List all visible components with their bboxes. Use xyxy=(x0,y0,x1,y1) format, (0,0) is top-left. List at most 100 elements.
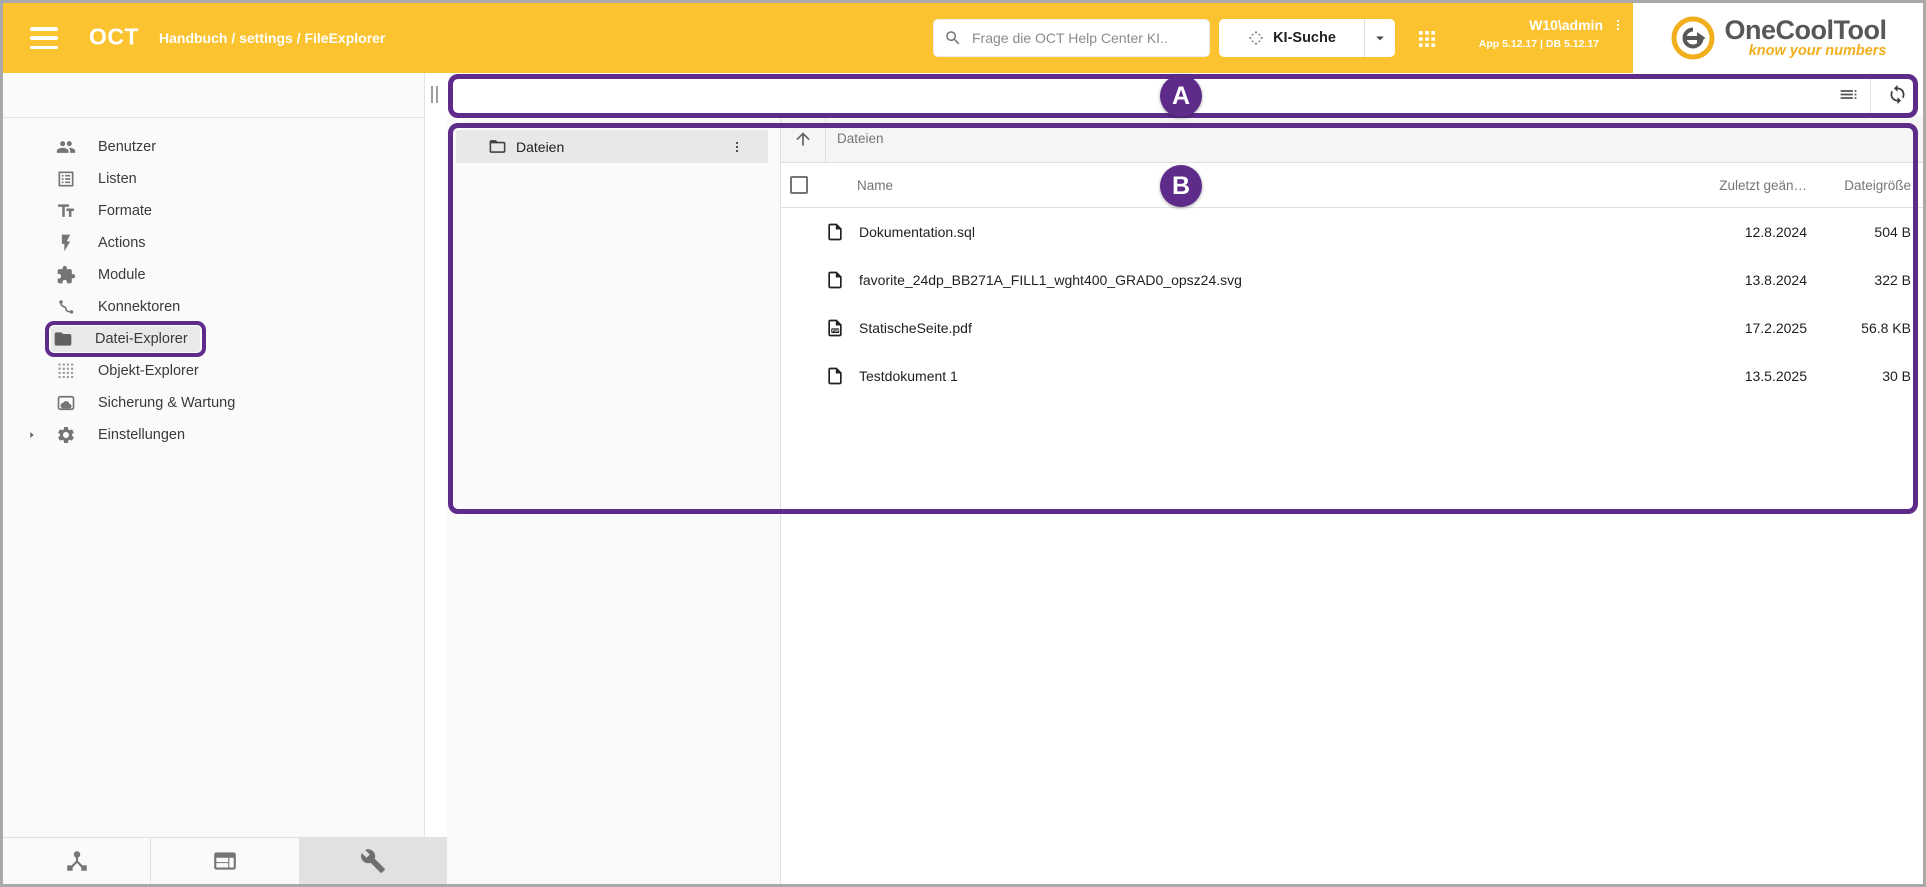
hub-icon xyxy=(64,848,90,874)
menu-icon[interactable] xyxy=(30,27,58,49)
user-menu-icon[interactable] xyxy=(1611,16,1625,34)
search-input[interactable] xyxy=(970,29,1199,47)
sidebar-item-label: Objekt-Explorer xyxy=(98,363,199,379)
annotation-label-a: A xyxy=(1160,75,1202,117)
column-header-name[interactable]: Name xyxy=(857,178,1687,193)
sidebar-item-label: Module xyxy=(98,267,146,283)
list-icon xyxy=(56,169,76,189)
file-icon xyxy=(825,270,845,290)
sidebar-item-formate[interactable]: Formate xyxy=(3,195,424,227)
flash-icon xyxy=(56,233,76,253)
file-icon xyxy=(825,366,845,386)
file-row-testdokument-1[interactable]: Testdokument 113.5.202530 B xyxy=(781,352,1923,400)
app-window: OCT Handbuch / settings / FileExplorer K… xyxy=(0,0,1926,887)
toc-icon[interactable] xyxy=(1826,73,1870,115)
file-size: 322 B xyxy=(1807,272,1911,288)
file-row-statischeseite-pdf[interactable]: PDFStatischeSeite.pdf17.2.202556.8 KB xyxy=(781,304,1923,352)
selected-item-pill: Datei-Explorer xyxy=(51,326,200,352)
column-header-size[interactable]: Dateigröße xyxy=(1807,178,1911,193)
sidebar-item-label: Konnektoren xyxy=(98,299,180,315)
column-header-modified[interactable]: Zuletzt geän… xyxy=(1687,178,1807,193)
file-name: StatischeSeite.pdf xyxy=(859,320,1687,336)
user-info: W10\admin App 5.12.17 | DB 5.12.17 xyxy=(1445,16,1625,50)
sidebar-item-einstellungen[interactable]: Einstellungen xyxy=(3,419,424,451)
select-all-checkbox[interactable] xyxy=(790,176,808,194)
sidebar-item-sicherung-wartung[interactable]: Sicherung & Wartung xyxy=(3,387,424,419)
annotation-highlight: Datei-Explorer xyxy=(45,321,206,357)
wrench-icon xyxy=(360,848,386,874)
app-logo-text: OCT xyxy=(89,23,139,50)
tree-item-label: Dateien xyxy=(516,139,564,155)
file-table-header: Name Zuletzt geän… Dateigröße xyxy=(781,163,1923,208)
file-modified: 13.5.2025 xyxy=(1687,368,1807,384)
current-folder-label: Dateien xyxy=(837,131,884,146)
search-icon xyxy=(944,29,962,47)
puzzle-icon xyxy=(56,265,76,285)
file-modified: 13.8.2024 xyxy=(1687,272,1807,288)
sidebar-nav: Benutzer Listen Formate Actions Module Konnek… xyxy=(3,131,424,451)
sidebar-item-label: Datei-Explorer xyxy=(95,331,188,347)
navigate-up-button[interactable] xyxy=(781,115,826,163)
file-name: favorite_24dp_BB271A_FILL1_wght400_GRAD0… xyxy=(859,272,1687,288)
ki-search-label: KI-Suche xyxy=(1273,30,1336,46)
file-modified: 12.8.2024 xyxy=(1687,224,1807,240)
object-grid-icon xyxy=(56,361,76,381)
sidebar-border xyxy=(424,73,425,837)
sidebar-tab-hierarchy[interactable] xyxy=(3,838,150,884)
sidebar-item-actions[interactable]: Actions xyxy=(3,227,424,259)
arrow-up-icon xyxy=(793,129,813,149)
annotation-label-b: B xyxy=(1160,165,1202,207)
sidebar-item-label: Formate xyxy=(98,203,152,219)
sidebar-item-datei-explorer[interactable]: Datei-Explorer xyxy=(3,323,424,355)
file-row-dokumentation-sql[interactable]: Dokumentation.sql12.8.2024504 B xyxy=(781,208,1923,256)
sparkle-icon xyxy=(1247,29,1265,47)
tree-item-dateien[interactable]: Dateien xyxy=(456,130,768,163)
folder-icon xyxy=(53,329,73,349)
sidebar-item-label: Actions xyxy=(98,235,146,251)
sidebar-divider xyxy=(3,117,424,118)
app-header: OCT Handbuch / settings / FileExplorer K… xyxy=(3,3,1923,73)
file-icon xyxy=(825,222,845,242)
gear-icon xyxy=(56,425,76,445)
layout-icon xyxy=(212,848,238,874)
pdf-file-icon: PDF xyxy=(825,318,845,338)
path-bar: Dateien xyxy=(781,115,1923,163)
file-name: Testdokument 1 xyxy=(859,368,1687,384)
file-rows: Dokumentation.sql12.8.2024504 B favorite_… xyxy=(781,208,1923,400)
sidebar-item-objekt-explorer[interactable]: Objekt-Explorer xyxy=(3,355,424,387)
logo-tagline: know your numbers xyxy=(1725,43,1887,59)
backup-icon xyxy=(56,393,76,413)
text-format-icon xyxy=(56,201,76,221)
username: W10\admin xyxy=(1529,17,1603,33)
file-row-favorite-24dp-bb271a-fill1-wght400-grad0-opsz24-svg[interactable]: favorite_24dp_BB271A_FILL1_wght400_GRAD0… xyxy=(781,256,1923,304)
svg-text:PDF: PDF xyxy=(832,329,839,333)
sidebar-tab-tools[interactable] xyxy=(299,838,447,884)
refresh-icon[interactable] xyxy=(1871,73,1923,115)
sidebar-item-label: Listen xyxy=(98,171,137,187)
apps-grid-icon[interactable] xyxy=(1415,27,1439,51)
folder-outline-icon xyxy=(488,137,507,156)
ki-search-dropdown-button[interactable] xyxy=(1365,29,1395,47)
file-name: Dokumentation.sql xyxy=(859,224,1687,240)
logo-title: OneCoolTool xyxy=(1725,17,1887,43)
sidebar-tab-layout[interactable] xyxy=(150,838,298,884)
sidebar-item-label: Einstellungen xyxy=(98,427,185,443)
sidebar-item-listen[interactable]: Listen xyxy=(3,163,424,195)
sidebar-bottom-tabs xyxy=(3,837,447,884)
tree-item-menu-icon[interactable] xyxy=(730,138,744,156)
chevron-down-icon xyxy=(1371,29,1389,47)
sidebar-item-module[interactable]: Module xyxy=(3,259,424,291)
file-list-panel: Dateien Name Zuletzt geän… Dateigröße Do… xyxy=(781,115,1923,884)
splitter-handle[interactable] xyxy=(431,86,438,103)
file-modified: 17.2.2025 xyxy=(1687,320,1807,336)
sidebar-item-konnektoren[interactable]: Konnektoren xyxy=(3,291,424,323)
onecooltool-logo-icon xyxy=(1670,15,1716,61)
company-logo: OneCoolTool know your numbers xyxy=(1633,3,1923,73)
file-size: 504 B xyxy=(1807,224,1911,240)
ki-search-button[interactable]: KI-Suche xyxy=(1219,19,1395,57)
help-search-box[interactable] xyxy=(933,19,1210,57)
users-icon xyxy=(56,137,76,157)
breadcrumb: Handbuch / settings / FileExplorer xyxy=(159,30,385,46)
sidebar-item-benutzer[interactable]: Benutzer xyxy=(3,131,424,163)
expand-arrow-icon[interactable] xyxy=(27,430,37,440)
